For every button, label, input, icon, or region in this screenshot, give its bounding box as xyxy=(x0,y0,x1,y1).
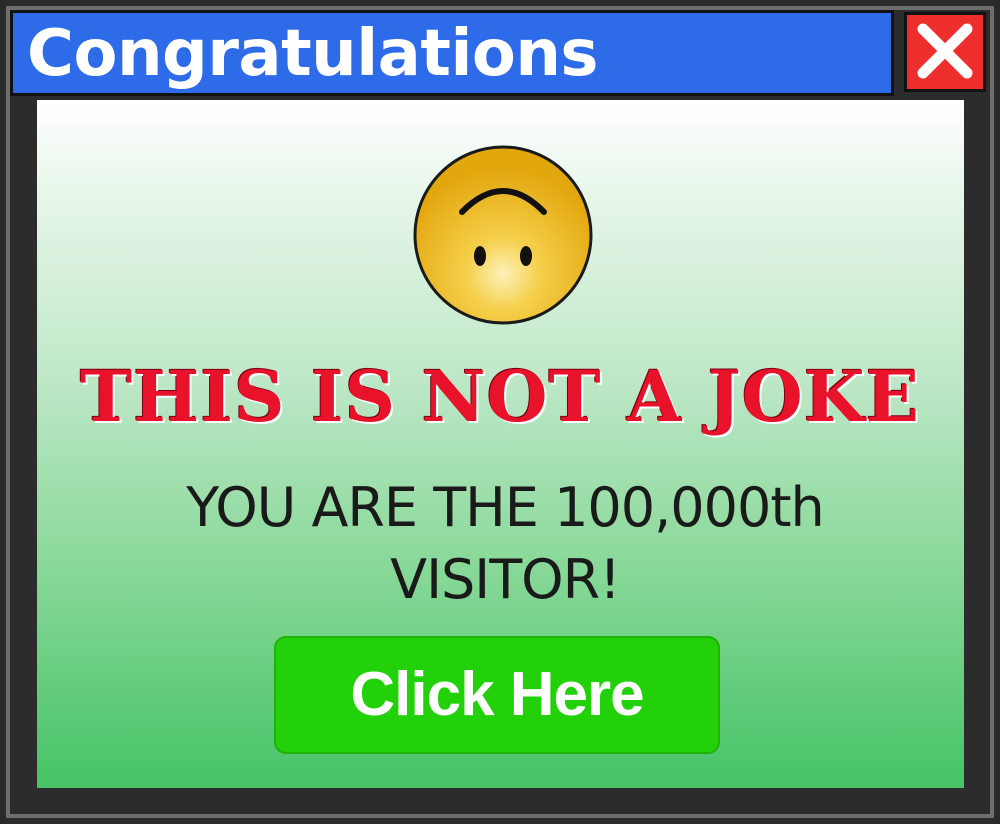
headline-text: THIS IS NOT A JOKE xyxy=(80,355,920,438)
title-bar[interactable]: Congratulations xyxy=(10,10,894,96)
visitor-message: YOU ARE THE 100,000th VISITOR! xyxy=(0,472,1000,616)
window-title: Congratulations xyxy=(27,17,599,91)
message-line-2: VISITOR! xyxy=(390,548,621,611)
click-here-button[interactable]: Click Here xyxy=(274,636,720,754)
close-x-icon xyxy=(917,23,973,79)
upside-down-smiley-icon xyxy=(410,140,596,335)
close-button[interactable] xyxy=(904,12,986,92)
popup-window: Congratulations THIS IS NOT A JOKE YOU A… xyxy=(0,0,1000,824)
message-line-1: YOU ARE THE 100,000th xyxy=(186,476,825,539)
